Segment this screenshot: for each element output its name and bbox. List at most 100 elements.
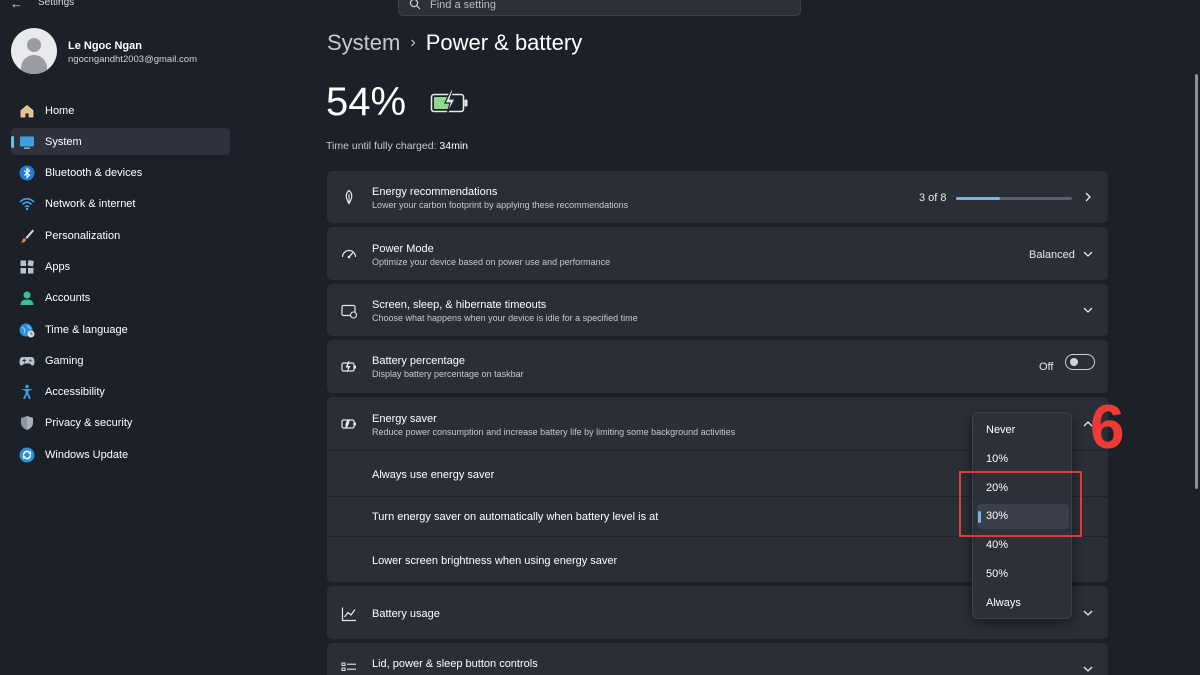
toggle-knob bbox=[1070, 358, 1078, 366]
search-icon bbox=[409, 0, 421, 10]
shield-icon bbox=[21, 416, 33, 431]
dropdown-option-never[interactable]: Never bbox=[977, 418, 1069, 443]
leaf-icon bbox=[345, 189, 353, 205]
option-label: 10% bbox=[986, 453, 1009, 465]
option-label: Never bbox=[986, 424, 1016, 436]
gauge-icon bbox=[341, 249, 357, 259]
energy-saver-icon bbox=[341, 419, 356, 429]
sidebar-item-privacy[interactable]: Privacy & security bbox=[11, 410, 230, 437]
gamepad-icon bbox=[19, 356, 35, 366]
dropdown-option-10[interactable]: 10% bbox=[977, 447, 1069, 472]
globe-clock-icon bbox=[19, 323, 35, 338]
apps-icon bbox=[20, 259, 35, 274]
card-title: Battery percentage bbox=[372, 355, 465, 367]
list-icon bbox=[341, 662, 356, 671]
recommendations-count: 3 of 8 bbox=[919, 192, 947, 204]
scrollbar[interactable] bbox=[1195, 74, 1198, 489]
timeouts-card[interactable]: Screen, sleep, & hibernate timeouts Choo… bbox=[327, 284, 1108, 336]
sidebar-item-accounts[interactable]: Accounts bbox=[11, 285, 230, 312]
battery-percentage: 54% bbox=[326, 80, 407, 124]
sidebar-item-label: Accessibility bbox=[45, 386, 105, 399]
card-subtitle: Lower your carbon footprint by applying … bbox=[372, 200, 629, 210]
power-mode-card[interactable]: Power Mode Optimize your device based on… bbox=[327, 227, 1108, 280]
card-subtitle: Choose what happens when your device is … bbox=[372, 313, 638, 323]
chevron-down-icon[interactable] bbox=[1082, 607, 1094, 619]
dropdown-option-50[interactable]: 50% bbox=[977, 562, 1069, 587]
sidebar-item-personalization[interactable]: Personalization bbox=[11, 222, 230, 249]
sidebar-item-home[interactable]: Home bbox=[11, 97, 230, 124]
sidebar-item-label: System bbox=[45, 135, 82, 148]
card-title: Screen, sleep, & hibernate timeouts bbox=[372, 299, 547, 311]
bluetooth-icon bbox=[19, 165, 35, 181]
dropdown-option-always[interactable]: Always bbox=[977, 591, 1069, 616]
sidebar-item-label: Accounts bbox=[45, 292, 91, 305]
sidebar-item-label: Network & internet bbox=[45, 198, 136, 211]
annotation-step-number: 6 bbox=[1090, 393, 1125, 462]
charge-time-value: 34min bbox=[439, 140, 469, 152]
sidebar-item-label: Windows Update bbox=[45, 448, 129, 461]
person-icon bbox=[20, 291, 34, 306]
lid-power-card[interactable]: Lid, power & sleep button controls bbox=[327, 643, 1108, 675]
progress-fill bbox=[956, 197, 1000, 200]
row-label: Turn energy saver on automatically when … bbox=[372, 511, 659, 523]
sidebar-item-label: Apps bbox=[45, 260, 71, 273]
battery-icon bbox=[341, 361, 356, 373]
app-title: Settings bbox=[38, 0, 75, 8]
charge-time-text: Time until fully charged: 34min bbox=[326, 140, 468, 152]
sidebar-item-windows-update[interactable]: Windows Update bbox=[11, 441, 230, 468]
avatar[interactable] bbox=[11, 28, 57, 74]
option-label: 40% bbox=[986, 539, 1009, 551]
breadcrumb-parent[interactable]: System bbox=[327, 30, 400, 55]
sidebar-item-label: Gaming bbox=[45, 354, 84, 367]
battery-charging-icon bbox=[430, 89, 468, 115]
user-email: ngocngandht2003@gmail.com bbox=[68, 54, 198, 65]
chevron-down-icon[interactable] bbox=[1082, 248, 1094, 260]
search-input[interactable]: Find a setting bbox=[398, 0, 801, 16]
energy-recommendations-card[interactable]: Energy recommendations Lower your carbon… bbox=[327, 171, 1108, 223]
chart-icon bbox=[341, 607, 356, 622]
user-name: Le Ngoc Ngan bbox=[68, 40, 142, 52]
card-subtitle: Display battery percentage on taskbar bbox=[372, 369, 524, 379]
annotation-highlight-box bbox=[959, 471, 1082, 537]
recommendations-progress-bar bbox=[956, 197, 1072, 200]
card-title: Battery usage bbox=[372, 608, 440, 620]
card-subtitle: Optimize your device based on power use … bbox=[372, 257, 611, 267]
update-icon bbox=[19, 447, 35, 463]
option-label: Always bbox=[986, 597, 1021, 609]
brush-icon bbox=[21, 229, 34, 243]
option-label: 50% bbox=[986, 568, 1009, 580]
sidebar-item-accessibility[interactable]: Accessibility bbox=[11, 379, 230, 406]
row-label: Lower screen brightness when using energ… bbox=[372, 555, 618, 567]
screen-sleep-icon bbox=[341, 304, 357, 319]
wifi-icon bbox=[19, 198, 35, 211]
card-title: Lid, power & sleep button controls bbox=[372, 658, 538, 670]
sidebar-item-label: Home bbox=[45, 104, 75, 117]
chevron-down-icon[interactable] bbox=[1082, 663, 1094, 675]
battery-percentage-card[interactable]: Battery percentage Display battery perce… bbox=[327, 340, 1108, 393]
back-arrow-icon[interactable]: ← bbox=[10, 0, 23, 11]
chevron-right-icon: › bbox=[410, 34, 416, 51]
card-subtitle: Reduce power consumption and increase ba… bbox=[372, 427, 736, 437]
sidebar-item-bluetooth[interactable]: Bluetooth & devices bbox=[11, 160, 230, 187]
toggle-state-label: Off bbox=[1039, 361, 1054, 373]
sidebar-item-apps[interactable]: Apps bbox=[11, 253, 230, 280]
sidebar-item-time-language[interactable]: Time & language bbox=[11, 316, 230, 343]
sidebar-item-label: Time & language bbox=[45, 323, 128, 336]
row-label: Always use energy saver bbox=[372, 469, 495, 481]
card-title: Energy saver bbox=[372, 413, 437, 425]
sidebar-item-label: Privacy & security bbox=[45, 417, 133, 430]
page-title: Power & battery bbox=[425, 30, 583, 55]
home-icon bbox=[20, 104, 34, 117]
sidebar-nav: Home System Bluetooth & devices Network … bbox=[11, 97, 230, 473]
title-bar: ← Settings Find a setting bbox=[0, 0, 1200, 16]
accessibility-icon bbox=[21, 384, 33, 400]
power-mode-value[interactable]: Balanced bbox=[1029, 249, 1075, 261]
charge-time-label: Time until fully charged: bbox=[326, 140, 437, 152]
breadcrumb: System › Power & battery bbox=[327, 30, 582, 56]
chevron-down-icon[interactable] bbox=[1082, 304, 1094, 316]
sidebar-item-network[interactable]: Network & internet bbox=[11, 191, 230, 218]
monitor-icon bbox=[20, 136, 34, 149]
battery-percentage-toggle[interactable] bbox=[1065, 354, 1095, 370]
sidebar-item-gaming[interactable]: Gaming bbox=[11, 347, 230, 374]
sidebar-item-system[interactable]: System bbox=[11, 128, 230, 156]
